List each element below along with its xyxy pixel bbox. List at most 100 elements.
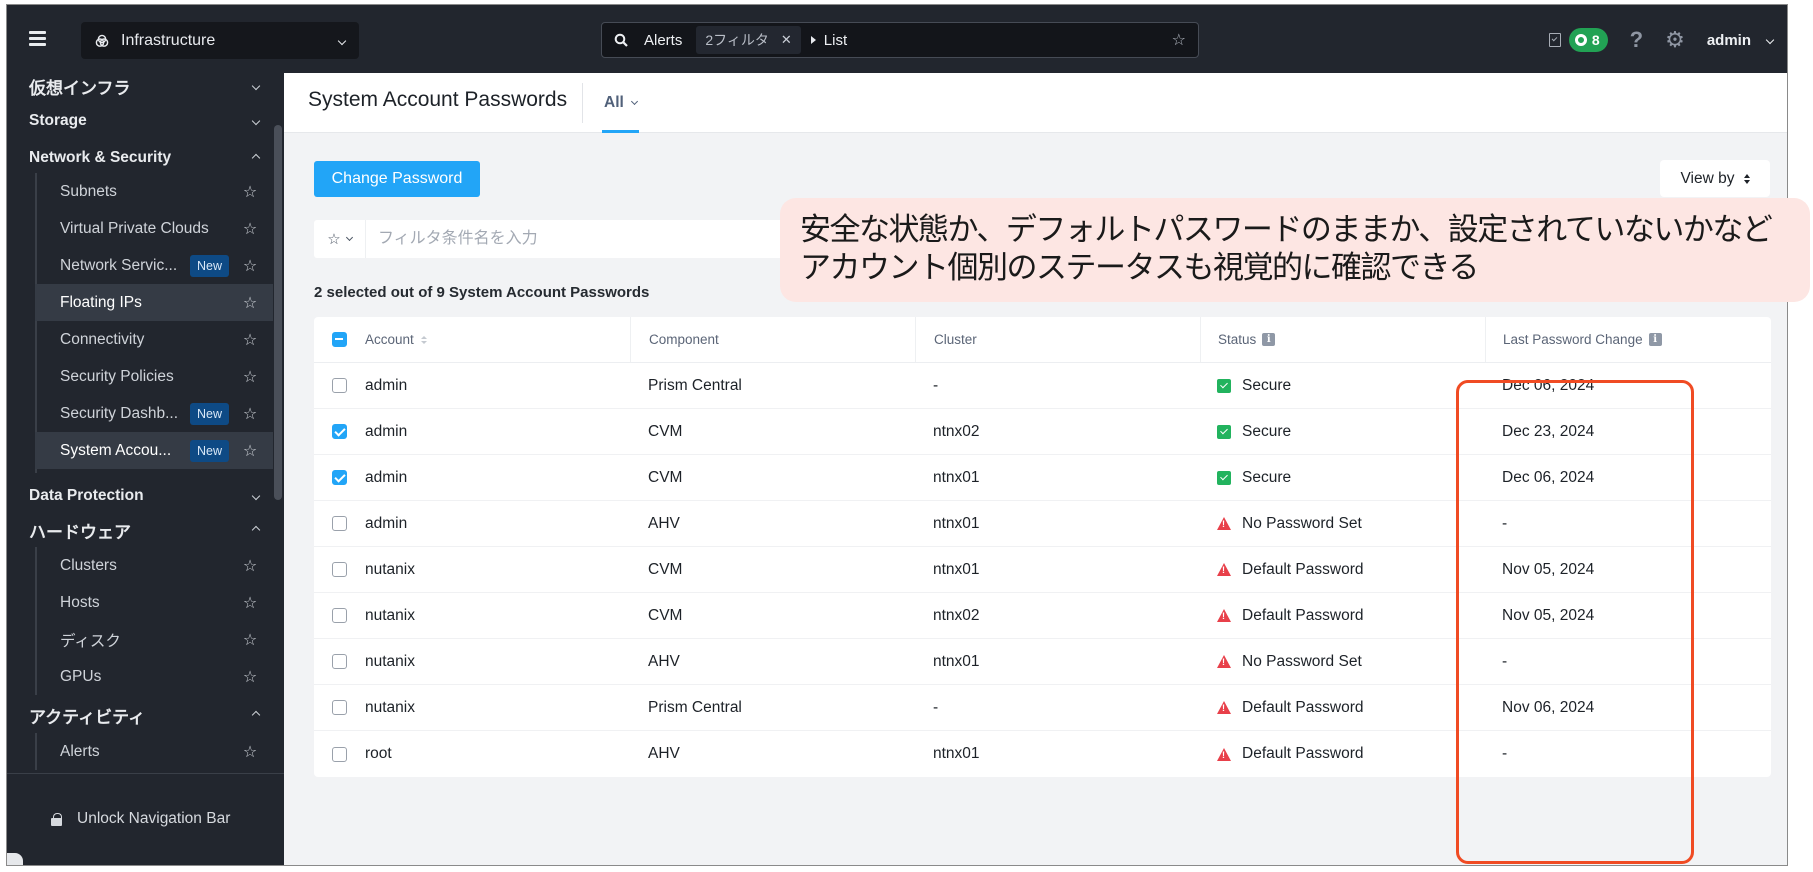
global-search[interactable]: Alerts 2フィルタ ✕ List ☆ [601, 22, 1199, 58]
sidebar-group-hardware[interactable]: ハードウェア [29, 519, 265, 542]
help-icon[interactable]: ? [1630, 27, 1643, 53]
table-row[interactable]: admin Prism Central - Secure Dec 06, 2024 [314, 363, 1771, 409]
row-checkbox[interactable] [332, 516, 347, 531]
sidebar-group-label: 仮想インフラ [29, 78, 131, 98]
star-icon[interactable]: ☆ [241, 367, 259, 387]
sidebar-item-system-accounts[interactable]: System Accou... New ☆ [35, 432, 273, 469]
select-all-checkbox[interactable] [332, 332, 347, 347]
table-row[interactable]: root AHV ntnx01 Default Password - [314, 731, 1771, 777]
star-icon[interactable]: ☆ [241, 182, 259, 202]
sidebar-item-alerts[interactable]: Alerts ☆ [35, 733, 273, 770]
sidebar-group-network-security[interactable]: Network & Security [29, 147, 265, 169]
app-switcher[interactable]: Infrastructure [81, 22, 359, 59]
star-icon[interactable]: ☆ [241, 441, 259, 461]
cell-last-password-change: Dec 06, 2024 [1502, 376, 1595, 394]
user-menu[interactable]: admin [1707, 32, 1751, 49]
sidebar-item-gpus[interactable]: GPUs ☆ [35, 658, 273, 695]
sidebar-item-security-dashboard[interactable]: Security Dashb... New ☆ [35, 395, 273, 432]
sidebar-item-label: Connectivity [60, 330, 145, 348]
page-title: System Account Passwords [308, 88, 568, 111]
table-row[interactable]: nutanix Prism Central - Default Password Nov… [314, 685, 1771, 731]
account-name: nutanix [365, 560, 415, 578]
row-checkbox[interactable] [332, 654, 347, 669]
sidebar-group-data-protection[interactable]: Data Protection [29, 485, 265, 507]
cell-account: nutanix [314, 685, 630, 730]
column-account[interactable]: Account [314, 317, 630, 362]
close-icon[interactable]: ✕ [781, 32, 792, 48]
star-icon[interactable]: ☆ [241, 256, 259, 276]
table-row[interactable]: admin CVM ntnx02 Secure Dec 23, 2024 [314, 409, 1771, 455]
cell-component: AHV [648, 652, 680, 670]
cell-last-password-change: Dec 23, 2024 [1502, 422, 1595, 440]
sidebar-item-hosts[interactable]: Hosts ☆ [35, 584, 273, 621]
sort-icon [1743, 173, 1750, 184]
sidebar-item-disks[interactable]: ディスク ☆ [35, 621, 273, 658]
change-password-button[interactable]: Change Password [314, 161, 480, 197]
saved-filters-button[interactable]: ☆ [314, 220, 366, 258]
chevron-down-icon[interactable] [1765, 35, 1775, 45]
sidebar-scrollbar[interactable] [274, 125, 282, 500]
star-icon[interactable]: ☆ [241, 593, 259, 613]
table-row[interactable]: nutanix CVM ntnx01 Default Password Nov 05, … [314, 547, 1771, 593]
view-by-dropdown[interactable]: View by [1660, 160, 1770, 197]
sidebar-item-subnets[interactable]: Subnets ☆ [35, 173, 273, 210]
table-row[interactable]: admin AHV ntnx01 No Password Set - [314, 501, 1771, 547]
top-header: Infrastructure Alerts 2フィルタ ✕ List ☆ 8 ?… [7, 5, 1787, 73]
cell-status: No Password Set [1200, 639, 1485, 684]
sidebar-item-security-policies[interactable]: Security Policies ☆ [35, 358, 273, 395]
tab-all[interactable]: All [602, 73, 639, 133]
tasks-icon[interactable] [1548, 33, 1561, 47]
main-content: System Account Passwords All Change Pass… [284, 73, 1787, 865]
star-icon[interactable]: ☆ [241, 219, 259, 239]
star-icon[interactable]: ☆ [241, 293, 259, 313]
gear-icon[interactable]: ⚙ [1665, 27, 1685, 53]
unlock-navigation-button[interactable]: Unlock Navigation Bar [51, 810, 230, 828]
table-row[interactable]: nutanix CVM ntnx02 Default Password Nov 05, … [314, 593, 1771, 639]
alerts-badge[interactable]: 8 [1568, 28, 1608, 52]
app-switcher-label: Infrastructure [121, 31, 216, 49]
sidebar-item-label: Clusters [60, 556, 117, 574]
info-icon[interactable]: i [1262, 333, 1276, 346]
star-icon[interactable]: ☆ [241, 742, 259, 762]
menu-icon[interactable] [29, 31, 46, 46]
filter-chip[interactable]: 2フィルタ ✕ [696, 26, 801, 54]
row-checkbox[interactable] [332, 562, 347, 577]
star-icon[interactable]: ☆ [241, 667, 259, 687]
row-checkbox[interactable] [332, 700, 347, 715]
star-icon[interactable]: ☆ [1172, 30, 1186, 50]
cell-status: Secure [1200, 409, 1485, 454]
sidebar-group-storage[interactable]: Storage [29, 110, 265, 132]
sidebar-item-network-services[interactable]: Network Servic... New ☆ [35, 247, 273, 284]
row-checkbox[interactable] [332, 746, 347, 762]
table-row[interactable]: nutanix AHV ntnx01 No Password Set - [314, 639, 1771, 685]
star-icon[interactable]: ☆ [241, 404, 259, 424]
star-icon[interactable]: ☆ [241, 556, 259, 576]
star-icon[interactable]: ☆ [241, 330, 259, 350]
new-badge: New [189, 402, 229, 425]
sidebar-item-vpcs[interactable]: Virtual Private Clouds ☆ [35, 210, 273, 247]
column-status: Status i [1200, 317, 1485, 362]
cell-last-password-change: Nov 06, 2024 [1502, 698, 1595, 716]
cell-status: Default Password [1200, 547, 1485, 592]
sidebar-item-floating-ips[interactable]: Floating IPs ☆ [35, 284, 273, 321]
account-name: nutanix [365, 652, 415, 670]
row-checkbox[interactable] [332, 378, 347, 393]
star-icon[interactable]: ☆ [241, 630, 259, 650]
selection-summary: 2 selected out of 9 System Account Passw… [314, 284, 650, 301]
table-row[interactable]: admin CVM ntnx01 Secure Dec 06, 2024 [314, 455, 1771, 501]
row-checkbox[interactable] [332, 608, 347, 623]
chevron-down-icon [345, 233, 353, 241]
row-checkbox[interactable] [332, 424, 347, 439]
info-icon[interactable]: i [1648, 333, 1662, 346]
accounts-table: Account Component Cluster Status i Last … [314, 317, 1771, 777]
status-text: Default Password [1242, 560, 1364, 578]
sidebar-group-virtual-infra[interactable]: 仮想インフラ [29, 75, 265, 98]
sort-icon[interactable] [420, 335, 427, 344]
column-header-label: Last Password Change [1503, 332, 1643, 347]
sidebar-item-clusters[interactable]: Clusters ☆ [35, 547, 273, 584]
sidebar-item-connectivity[interactable]: Connectivity ☆ [35, 321, 273, 358]
cell-cluster: - [933, 698, 939, 716]
caret-right-icon [810, 36, 816, 44]
row-checkbox[interactable] [332, 470, 347, 485]
sidebar-group-activity[interactable]: アクティビティ [29, 704, 265, 727]
